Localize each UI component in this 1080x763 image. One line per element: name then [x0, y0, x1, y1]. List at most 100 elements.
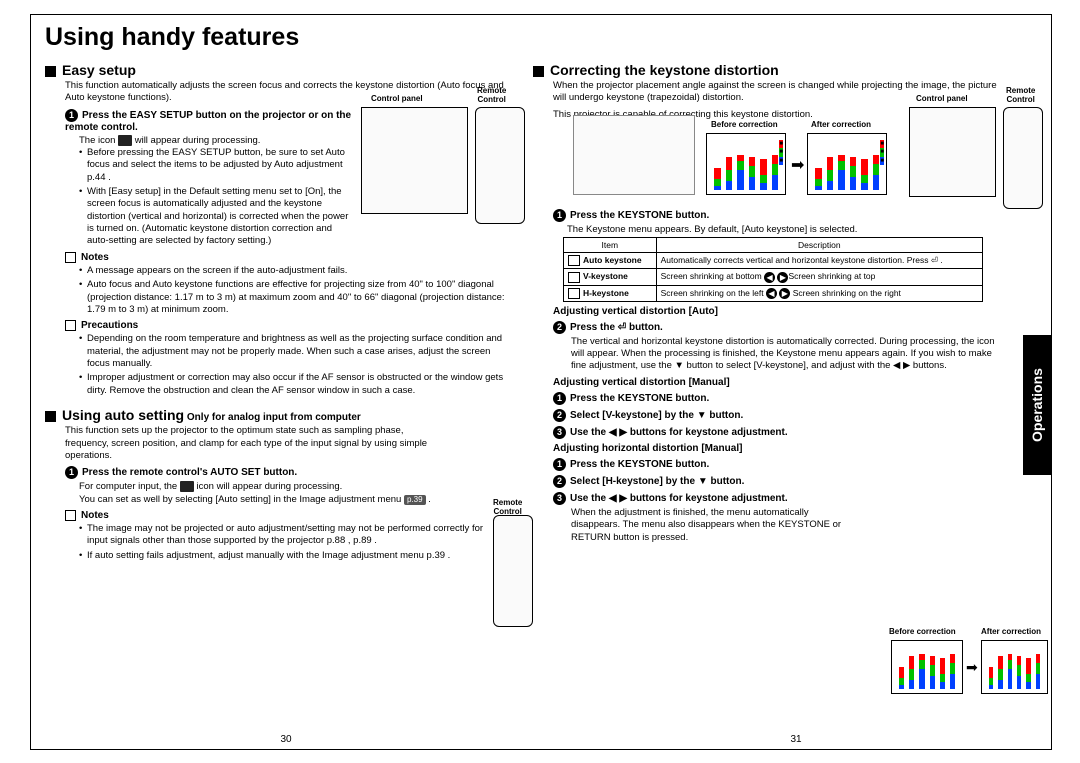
table-header: Description: [656, 238, 982, 253]
precautions-heading: Precautions: [65, 320, 505, 331]
text: Press the KEYSTONE button.: [570, 459, 709, 470]
list-item: A message appears on the screen if the a…: [79, 265, 505, 277]
heading-text: Notes: [81, 510, 109, 521]
square-bullet-icon: [45, 66, 56, 77]
keystone-table: ItemDescription Auto keystone Automatica…: [563, 237, 983, 302]
item-label: H-keystone: [583, 288, 629, 298]
heading-subtext: Only for analog input from computer: [184, 412, 361, 423]
step-number-icon: 2: [553, 475, 566, 488]
box-icon: [65, 510, 76, 521]
arrow-right-icon: ➡: [966, 659, 978, 676]
auto-setting-heading: Using auto setting Only for analog input…: [45, 407, 505, 423]
text: You can set as well by selecting [Auto s…: [79, 494, 404, 505]
list-item: If auto setting fails adjustment, adjust…: [79, 550, 505, 562]
step-number-icon: 1: [553, 209, 566, 222]
adj-h-man-head: Adjusting horizontal distortion [Manual]: [553, 443, 1003, 454]
step: 3Use the ◀ ▶ buttons for keystone adjust…: [553, 426, 1003, 439]
easy-setup-step1: 1Press the EASY SETUP button on the proj…: [65, 109, 355, 248]
list-item: Auto focus and Auto keystone functions a…: [79, 279, 505, 316]
adj-v-auto-body: The vertical and horizontal keystone dis…: [571, 336, 1003, 373]
page-title: Using handy features: [45, 23, 1011, 52]
control-panel-diagram-2: [909, 107, 996, 197]
before-correction-label-2: Before correction: [889, 628, 956, 637]
step-head-text: Press the KEYSTONE button.: [570, 210, 709, 221]
list-item: With [Easy setup] in the Default setting…: [79, 186, 355, 248]
item-desc: Automatically corrects vertical and hori…: [656, 253, 982, 269]
step-number-icon: 1: [65, 109, 78, 122]
item-desc: Screen shrinking at bottom ◀ ▶Screen shr…: [656, 269, 982, 285]
bars: [984, 637, 1045, 689]
step: 1 Press the KEYSTONE button.: [553, 458, 1003, 471]
remote-control-label-2: Remote Control: [493, 499, 522, 517]
step-body: For computer input, the icon will appear…: [79, 481, 465, 506]
text: Press the ⏎ button.: [570, 322, 663, 333]
precautions-list: Depending on the room temperature and br…: [79, 333, 505, 397]
processing-icon: [180, 481, 194, 492]
adj-v-auto-head: Adjusting vertical distortion [Auto]: [553, 306, 1003, 317]
step-number-icon: 1: [553, 458, 566, 471]
step-head-text: Press the remote control's AUTO SET butt…: [82, 467, 297, 478]
step-head: 1 Press the KEYSTONE button.: [553, 209, 1003, 222]
page-numbers: 30 31: [31, 734, 1051, 745]
step-head: 1Press the EASY SETUP button on the proj…: [65, 109, 355, 133]
list-item: Improper adjustment or correction may al…: [79, 372, 505, 397]
chart-after-top: [807, 133, 887, 195]
step-body: The icon will appear during processing.: [79, 135, 355, 147]
after-correction-label-2: After correction: [981, 628, 1041, 637]
notes-list: A message appears on the screen if the a…: [79, 265, 505, 316]
remote-control-label: Remote Control: [477, 87, 506, 105]
keystone-step1: 1Press the KEYSTONE button. The Keystone…: [553, 209, 1003, 235]
item-desc: Screen shrinking on the left ◀ ▶ Screen …: [656, 285, 982, 301]
finish-body: When the adjustment is finished, the men…: [571, 507, 851, 544]
item-label: V-keystone: [583, 271, 628, 281]
h-keystone-icon: [568, 288, 580, 299]
adj-v-man-head: Adjusting vertical distortion [Manual]: [553, 377, 1003, 388]
remote-control-diagram-3: [1003, 107, 1043, 209]
square-bullet-icon: [533, 66, 544, 77]
text: Screen shrinking at bottom: [661, 271, 764, 281]
heading-text: Easy setup: [62, 62, 136, 78]
arrow-right-icon: ➡: [791, 155, 804, 175]
text: icon will appear during processing.: [194, 481, 342, 492]
text: For computer input, the: [79, 481, 180, 492]
step: 1Press the KEYSTONE button.: [553, 392, 1003, 405]
heading-text: Using auto setting: [62, 407, 184, 423]
notes-list-2: The image may not be projected or auto a…: [79, 523, 505, 562]
legend: [880, 140, 884, 165]
easy-setup-intro: This function automatically adjusts the …: [65, 80, 505, 105]
heading-text: Notes: [81, 252, 109, 263]
auto-keystone-icon: [568, 255, 580, 266]
content-frame: Using handy features Easy setup This fun…: [30, 14, 1052, 750]
step-number-icon: 2: [553, 409, 566, 422]
page-ref: p.39: [404, 495, 426, 505]
left-arrow-icon: ◀: [764, 272, 775, 283]
step-number-icon: 2: [553, 321, 566, 334]
text: will appear during processing.: [132, 135, 260, 146]
remote-control-label-3: Remote Control: [1006, 87, 1035, 105]
projector-diagram: [573, 115, 695, 195]
list-item: Before pressing the EASY SETUP button, b…: [79, 147, 355, 184]
v-keystone-icon: [568, 272, 580, 283]
table-row: V-keystone Screen shrinking at bottom ◀ …: [564, 269, 983, 285]
auto-setting-step1: 1Press the remote control's AUTO SET but…: [65, 466, 465, 506]
bars: [810, 138, 884, 190]
list-item: The image may not be projected or auto a…: [79, 523, 505, 548]
bars: [709, 138, 783, 190]
square-bullet-icon: [45, 411, 56, 422]
step: 2Select [V-keystone] by the ▼ button.: [553, 409, 1003, 422]
remote-control-diagram: [475, 107, 525, 224]
text: Select [H-keystone] by the ▼ button.: [570, 476, 744, 487]
remote-control-diagram-2: [493, 515, 533, 627]
heading-text: Correcting the keystone distortion: [550, 62, 779, 78]
keystone-heading: Correcting the keystone distortion: [533, 62, 1003, 78]
page-num-right: 31: [541, 734, 1051, 745]
step-number-icon: 3: [553, 492, 566, 505]
heading-text: Precautions: [81, 320, 138, 331]
step-number-icon: 1: [553, 392, 566, 405]
auto-setting-intro: This function sets up the projector to t…: [65, 425, 445, 462]
section-tab: Operations: [1023, 335, 1051, 475]
text: Screen shrinking on the right: [790, 288, 901, 298]
text: Screen shrinking on the left: [661, 288, 766, 298]
text: .: [426, 494, 431, 505]
notes-heading-2: Notes: [65, 510, 505, 521]
